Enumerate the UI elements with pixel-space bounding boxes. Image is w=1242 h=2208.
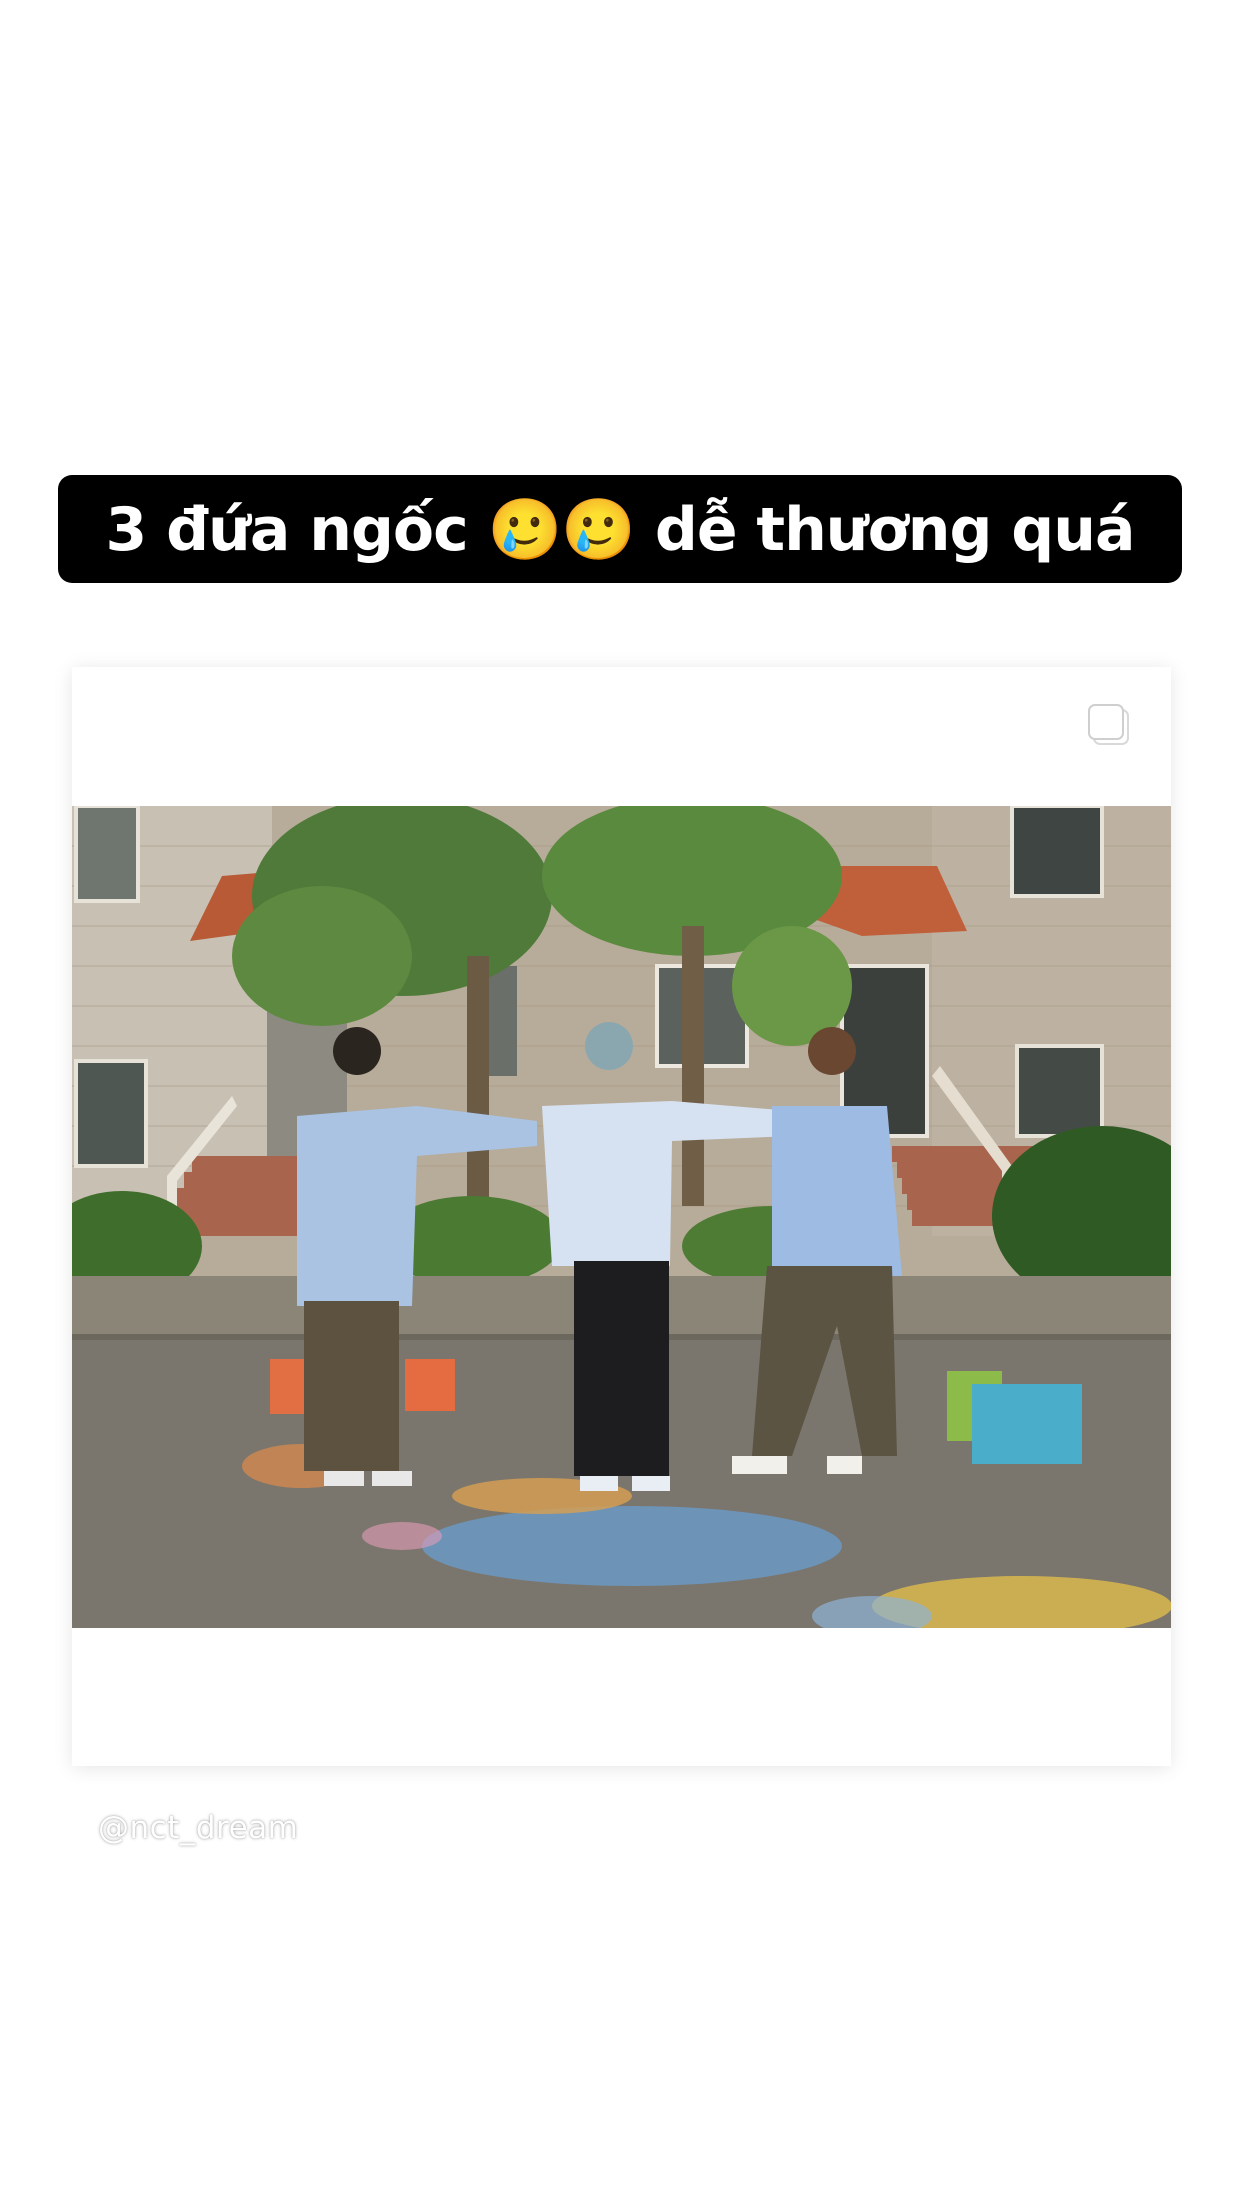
story-caption: 3 đứa ngốc 🥲🥲 dễ thương quá	[58, 475, 1182, 583]
mention-username[interactable]: @nct_dream	[98, 1810, 298, 1846]
multiple-posts-icon	[1087, 703, 1131, 747]
caption-text: 3 đứa ngốc 🥲🥲 dễ thương quá	[105, 494, 1136, 565]
post-photo[interactable]	[72, 806, 1171, 1628]
